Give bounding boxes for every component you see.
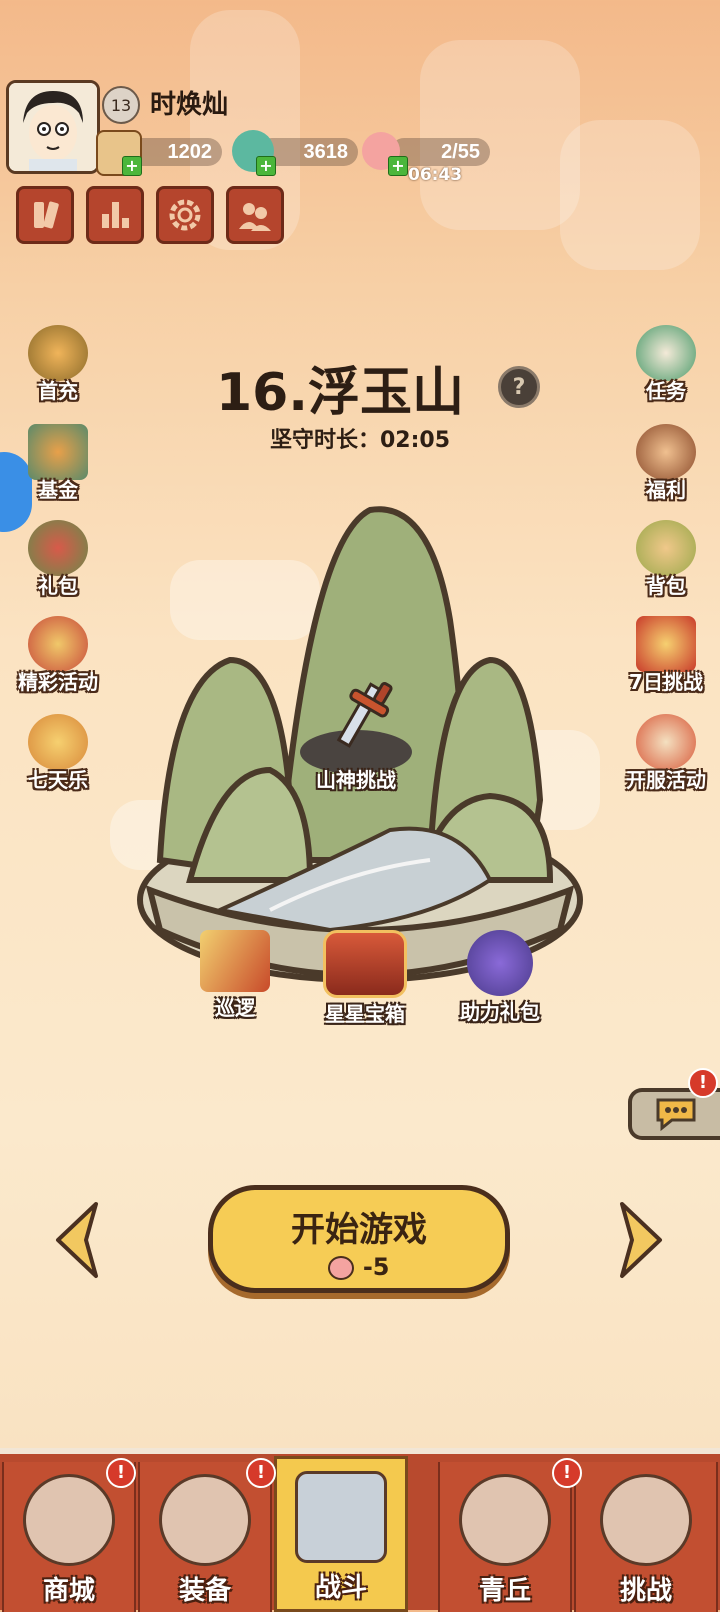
- jade-value: 3618: [303, 140, 349, 163]
- sword-in-stone-icon: [300, 682, 412, 774]
- star-chest-label: 星星宝箱: [325, 1002, 405, 1026]
- chat-bubble-icon: [656, 1098, 696, 1132]
- side-gift-pack[interactable]: 礼包: [10, 520, 106, 599]
- star-chest-button[interactable]: 星星宝箱: [310, 930, 420, 1030]
- ticket-book-button[interactable]: [16, 186, 74, 244]
- start-game-label: 开始游戏: [291, 1210, 427, 1250]
- boss-challenge-node[interactable]: 山神挑战: [286, 672, 426, 802]
- stamina-value: 2/55: [441, 140, 480, 163]
- add-tickets-plus-icon[interactable]: +: [122, 156, 142, 176]
- tab-battle-label: 战斗: [314, 1573, 367, 1603]
- support-bag-icon: [467, 930, 533, 996]
- boss-challenge-label: 山神挑战: [316, 768, 396, 792]
- background-lantern: [560, 120, 700, 270]
- side-backpack[interactable]: 背包: [618, 520, 714, 599]
- side-label: 礼包: [38, 574, 78, 598]
- start-cost-value: -5: [362, 1253, 390, 1281]
- support-pack-button[interactable]: 助力礼包: [440, 930, 560, 1030]
- patrol-button[interactable]: 巡逻: [190, 930, 280, 1030]
- chevron-right-icon: [620, 1202, 662, 1278]
- side-label: 福利: [646, 478, 686, 502]
- player-level-badge: 13: [102, 86, 140, 124]
- tab-challenge[interactable]: 挑战: [574, 1462, 718, 1612]
- side-label: 开服活动: [626, 768, 706, 792]
- side-label: 7日挑战: [629, 670, 703, 694]
- backpack-icon: [636, 520, 696, 576]
- background-lantern: [420, 40, 580, 230]
- book-icon: [34, 201, 59, 229]
- side-seven-day-challenge[interactable]: 7日挑战: [618, 616, 714, 695]
- star-chest-icon: [323, 930, 407, 998]
- crossed-swords-icon: [295, 1471, 387, 1563]
- server-launch-icon: [636, 714, 696, 770]
- side-label: 精彩活动: [18, 670, 98, 694]
- start-game-button[interactable]: 开始游戏 -5: [208, 1185, 510, 1293]
- settings-button[interactable]: [156, 186, 214, 244]
- support-pack-label: 助力礼包: [460, 1000, 540, 1024]
- seven-day-icon: [28, 714, 88, 770]
- ranking-button[interactable]: [86, 186, 144, 244]
- tab-battle[interactable]: 战斗: [274, 1456, 408, 1612]
- next-stage-arrow[interactable]: [616, 1200, 666, 1280]
- friends-icon: [239, 203, 271, 231]
- start-cost: -5: [213, 1253, 505, 1281]
- chat-alert-badge: !: [688, 1068, 718, 1098]
- peach-icon: [328, 1256, 355, 1280]
- stage-title: 16.浮玉山: [215, 363, 465, 423]
- chevron-left-icon: [56, 1202, 98, 1278]
- add-stamina-plus-icon[interactable]: +: [388, 156, 408, 176]
- add-jade-plus-icon[interactable]: +: [256, 156, 276, 176]
- mountain-peak-icon: [459, 1474, 551, 1566]
- side-label: 基金: [38, 478, 78, 502]
- equipment-alert-badge: !: [246, 1458, 276, 1488]
- gift-pack-icon: [28, 520, 88, 576]
- seven-day-challenge-icon: [636, 616, 696, 672]
- qingqiu-alert-badge: !: [552, 1458, 582, 1488]
- patrol-label: 巡逻: [215, 996, 255, 1020]
- side-label: 七天乐: [28, 768, 88, 792]
- tab-shop-label: 商城: [42, 1576, 95, 1606]
- side-events[interactable]: 精彩活动: [10, 616, 106, 695]
- prev-stage-arrow[interactable]: [52, 1200, 102, 1280]
- defense-duration: 坚守时长：02:05: [269, 428, 451, 453]
- shop-pavilion-icon: [23, 1474, 115, 1566]
- help-icon[interactable]: ?: [498, 366, 540, 408]
- tab-qingqiu-label: 青丘: [478, 1576, 531, 1606]
- ranking-icon: [102, 202, 129, 228]
- friends-button[interactable]: [226, 186, 284, 244]
- armor-icon: [159, 1474, 251, 1566]
- side-label: 背包: [646, 574, 686, 598]
- side-server-launch[interactable]: 开服活动: [618, 714, 714, 793]
- tab-qingqiu[interactable]: 青丘: [438, 1462, 572, 1612]
- stamina-timer: 06:43: [408, 165, 463, 185]
- shop-alert-badge: !: [106, 1458, 136, 1488]
- side-seven-day[interactable]: 七天乐: [10, 714, 106, 793]
- player-avatar[interactable]: [6, 80, 100, 174]
- challenge-drum-icon: [600, 1474, 692, 1566]
- player-name: 时焕灿: [150, 90, 229, 120]
- tab-challenge-label: 挑战: [619, 1576, 672, 1606]
- tickets-value: 1202: [167, 140, 213, 163]
- patrol-flag-icon: [200, 930, 270, 992]
- events-icon: [28, 616, 88, 672]
- gear-icon: [169, 199, 201, 231]
- tab-equipment-label: 装备: [178, 1576, 231, 1606]
